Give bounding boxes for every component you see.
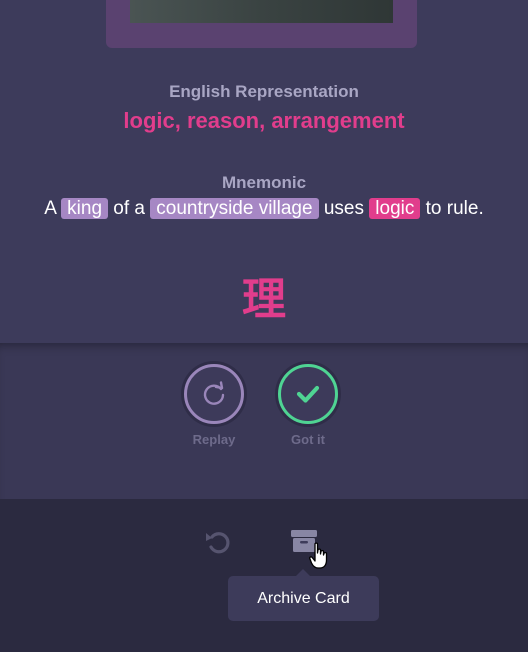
replay-button[interactable] [184,364,244,424]
hand-cursor-icon [309,542,328,569]
mnemonic-label: Mnemonic [221,173,307,192]
kanji-character: 理 [242,274,286,325]
got-it-label: Got it [291,432,325,447]
mnemonic-text: A [44,198,62,219]
replay-label: Replay [192,432,236,447]
card-actions: Replay Got it [0,343,528,499]
mnemonic-radical-highlight: countryside village [150,198,319,219]
mnemonic-text: of a [108,198,151,219]
got-it-button[interactable] [278,364,338,424]
undo-icon[interactable] [203,527,233,557]
checkmark-icon [296,385,320,403]
mnemonic-kanji-highlight: logic [369,198,421,219]
mnemonic-sentence: A king of a countryside village uses log… [0,198,528,220]
replay-icon [203,381,225,405]
english-representation-label: English Representation [169,82,359,101]
flashcard: English Representation logic, reason, ar… [0,0,528,343]
mnemonic-radical-highlight: king [61,198,109,219]
english-representation-value: logic, reason, arrangement [123,108,405,133]
mnemonic-text: uses [318,198,370,219]
card-image [130,0,393,23]
archive-card-tooltip: Archive Card [228,576,379,621]
mnemonic-text: to rule. [420,198,484,219]
